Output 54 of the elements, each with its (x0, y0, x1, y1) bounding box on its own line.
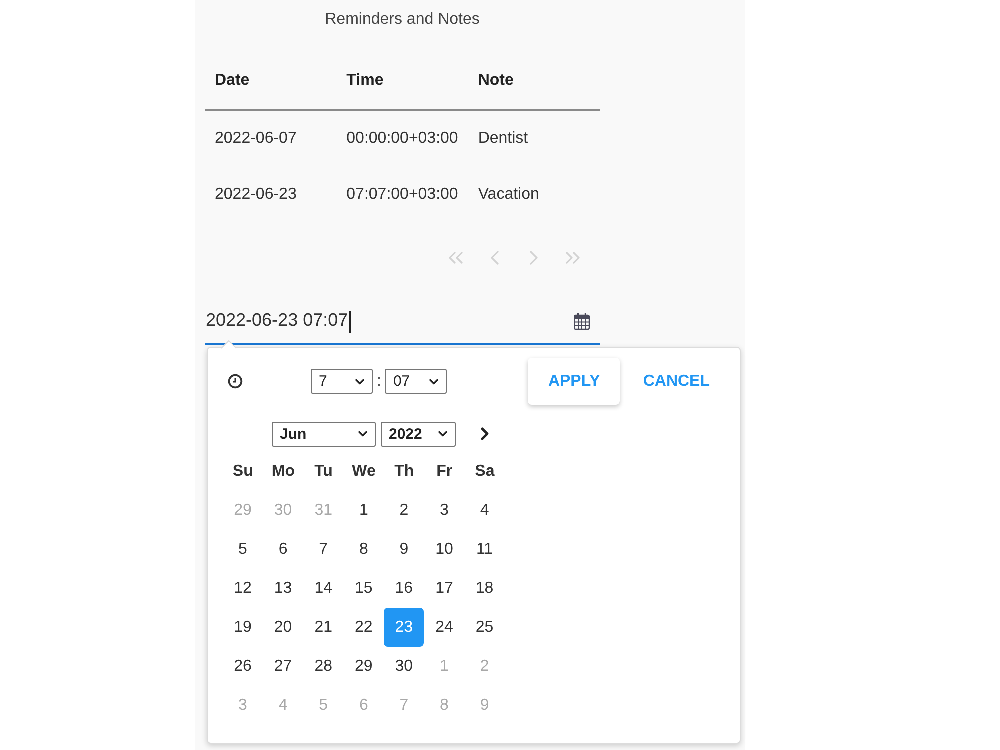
weekday-label: Sa (474, 462, 496, 482)
calendar-day[interactable]: 21 (304, 608, 344, 647)
calendar-day[interactable]: 25 (464, 608, 505, 647)
weekday-label: Fr (436, 462, 454, 482)
calendar-day[interactable]: 19 (223, 608, 263, 647)
calendar-day[interactable]: 30 (384, 647, 424, 686)
date-time-field[interactable]: 2022-06-23 07:07 (205, 300, 600, 345)
table-cell-text: 2022-06-23 (214, 185, 298, 205)
calendar-day[interactable]: 27 (263, 647, 304, 686)
time-separator: : (377, 372, 382, 390)
month-select[interactable]: Jun (272, 422, 376, 446)
calendar-day[interactable]: 16 (384, 569, 424, 608)
calendar-day[interactable]: 9 (384, 530, 424, 569)
calendar-day[interactable]: 13 (263, 569, 304, 608)
table-cell: Dentist (468, 110, 600, 167)
calendar-day[interactable]: 3 (424, 491, 464, 530)
calendar-day[interactable]: 26 (223, 647, 263, 686)
calendar-day[interactable]: 29 (344, 647, 384, 686)
table-cell: 2022-06-07 (205, 110, 337, 167)
table-cell: 00:00:00+03:00 (336, 110, 468, 167)
calendar-day[interactable]: 24 (424, 608, 464, 647)
column-header: Date (205, 53, 337, 110)
table-cell-text: Vacation (477, 185, 540, 205)
calendar-day[interactable]: 6 (263, 530, 304, 569)
calendar-day[interactable]: 12 (223, 569, 263, 608)
calendar-day[interactable]: 1 (344, 491, 384, 530)
page-title: Reminders and Notes (324, 10, 481, 30)
year-select[interactable]: 2022 (381, 422, 456, 446)
calendar-day[interactable]: 28 (304, 647, 344, 686)
calendar-icon[interactable] (574, 313, 590, 330)
weekday-label: Tu (314, 462, 334, 482)
clock-icon (228, 374, 243, 389)
weekday-label: Su (232, 462, 254, 482)
calendar-day[interactable]: 15 (344, 569, 384, 608)
calendar-day[interactable]: 14 (304, 569, 344, 608)
calendar-day[interactable]: 11 (464, 530, 505, 569)
weekday-label: We (351, 462, 377, 482)
calendar-day[interactable]: 10 (424, 530, 464, 569)
calendar-day[interactable]: 17 (424, 569, 464, 608)
weekday-label: Th (394, 462, 416, 482)
calendar-day[interactable]: 4 (464, 491, 505, 530)
calendar-day[interactable]: 8 (344, 530, 384, 569)
calendar-day[interactable]: 2 (384, 491, 424, 530)
calendar-day[interactable]: 7 (304, 530, 344, 569)
calendar-day[interactable]: 20 (263, 608, 304, 647)
calendar-day[interactable]: 18 (464, 569, 505, 608)
calendar-day[interactable]: 5 (223, 530, 263, 569)
calendar-day[interactable]: 22 (344, 608, 384, 647)
column-header: Time (336, 53, 468, 110)
hour-select[interactable]: 7 (311, 369, 373, 394)
minute-select[interactable]: 07 (385, 369, 448, 394)
weekday-label: Mo (270, 462, 296, 482)
table-cell-text: 07:07:00+03:00 (346, 185, 460, 205)
column-header: Note (468, 53, 600, 110)
